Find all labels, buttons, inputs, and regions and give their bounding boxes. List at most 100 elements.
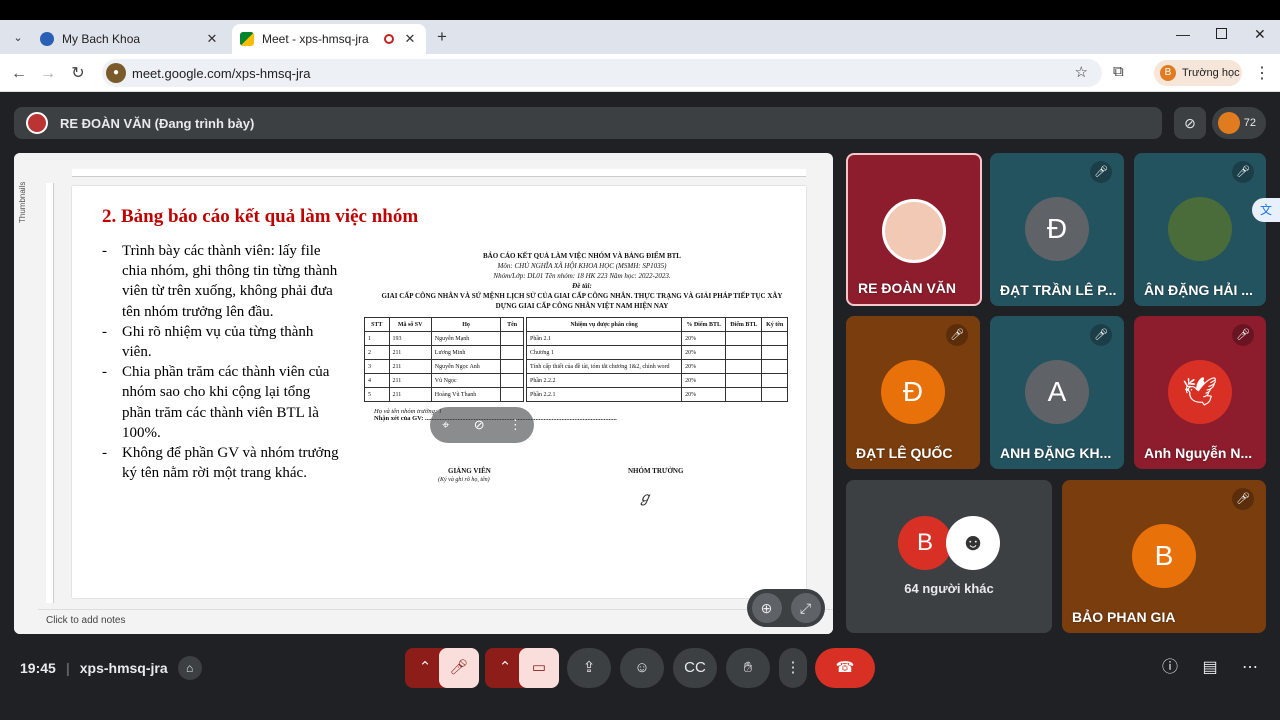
header-score: Điểm BTL	[725, 317, 763, 332]
others-tile[interactable]: B ☻ 64 người khác	[846, 480, 1052, 633]
hide-icon[interactable]: ⊘	[474, 417, 485, 433]
tab-my-bach-khoa[interactable]: My Bach Khoa ✕	[32, 24, 228, 54]
zoom-in-icon[interactable]: ⊕	[751, 593, 782, 623]
close-tab-icon[interactable]: ✕	[204, 31, 220, 47]
cell: Phần 2.2.2	[525, 373, 683, 388]
clock: 19:45	[20, 660, 56, 676]
cell: Nguyễn Mạnh	[430, 331, 502, 346]
back-icon[interactable]: ←	[8, 63, 30, 85]
bach-khoa-favicon-icon	[40, 32, 54, 46]
browser-menu-icon[interactable]: ⋮	[1254, 63, 1270, 83]
notes-placeholder: Click to add notes	[46, 615, 126, 626]
activities-grid-icon[interactable]: ⋯	[1236, 654, 1264, 682]
hide-presentation-icon[interactable]: ⊘	[1174, 107, 1206, 139]
crop-icon[interactable]: ⌖	[442, 417, 449, 433]
camera-off-button[interactable]: ▭	[519, 648, 559, 688]
header-sign: Ký tên	[761, 317, 788, 332]
presenter-label: RE ĐOÀN VĂN (Đang trình bày)	[60, 115, 255, 131]
close-tab-icon[interactable]: ✕	[402, 31, 418, 47]
tab-meet[interactable]: Meet - xps-hmsq-jra ✕	[232, 24, 426, 54]
cell: 211	[388, 359, 432, 374]
translate-icon[interactable]: 文	[1252, 198, 1280, 222]
microphone-off-button[interactable]: 🎤︎	[439, 648, 479, 688]
image-toolbar-overlay[interactable]: ⌖ ⊘ ⋮	[430, 407, 534, 443]
muted-mic-icon: 🎤︎	[1232, 161, 1254, 183]
activities-icon[interactable]: ⌂	[177, 656, 202, 680]
address-bar[interactable]: ● meet.google.com/xps-hmsq-jra ☆	[102, 59, 1102, 87]
others-label: 64 người khác	[904, 581, 994, 596]
participant-tile[interactable]: 🎤︎ B BẢO PHAN GIA	[1062, 480, 1266, 633]
bullet-item: - Trình bày các thành viên: lấy file chia…	[102, 241, 342, 322]
table-row: 5 211 Hoàng Vũ Thanh	[364, 387, 524, 402]
close-window-icon[interactable]: ✕	[1254, 26, 1266, 43]
avatar: Đ	[1025, 197, 1089, 261]
captions-button[interactable]: CC	[673, 648, 717, 688]
restore-icon[interactable]	[1216, 28, 1227, 39]
participant-tile[interactable]: RE ĐOÀN VĂN	[846, 153, 982, 306]
bird-avatar-icon: 🕊︎	[1168, 360, 1232, 424]
tab-search-icon[interactable]: ⌄	[8, 28, 28, 48]
participant-tile[interactable]: 🎤︎ ÂN ĐẶNG HẢI ...	[1134, 153, 1266, 306]
muted-mic-icon: 🎤︎	[1090, 324, 1112, 346]
cell: Tính cấp thiết của đề tài, tóm tắt chươn…	[525, 359, 683, 374]
meeting-code: xps-hmsq-jra	[79, 660, 168, 676]
doc-teacher-label: GIẢNG VIÊN	[448, 467, 491, 475]
profile-button[interactable]: B Trường học	[1154, 60, 1242, 86]
minimize-icon[interactable]: —	[1176, 26, 1190, 42]
meet-stage: RE ĐOÀN VĂN (Đang trình bày) ⊘ 72 Thumbn…	[0, 92, 1280, 720]
cell: Phần 2.1	[525, 331, 683, 346]
profile-avatar: B	[1160, 65, 1176, 81]
horizontal-ruler	[72, 169, 806, 177]
cell: 3	[364, 359, 390, 374]
meeting-details-icon[interactable]: ⓘ	[1156, 654, 1184, 682]
slide-title: 2. Bảng báo cáo kết quả làm việc nhóm	[102, 206, 419, 227]
presenter-bar: RE ĐOÀN VĂN (Đang trình bày)	[14, 107, 1162, 139]
participant-tile[interactable]: 🎤︎ 🕊︎ Anh Nguyễn N...	[1134, 316, 1266, 469]
avatar: B	[898, 516, 952, 570]
cell: 2	[364, 345, 390, 360]
slide-bullets: - Trình bày các thành viên: lấy file chia…	[102, 241, 342, 483]
bookmark-star-icon[interactable]: ☆	[1075, 63, 1088, 81]
cell: 211	[388, 373, 432, 388]
table-row: 1 193 Nguyễn Mạnh	[364, 331, 524, 346]
fullscreen-icon[interactable]: ⤢	[790, 593, 821, 623]
cell: Hoàng Vũ Thanh	[430, 387, 502, 402]
avatar: A	[1025, 360, 1089, 424]
participant-tile[interactable]: 🎤︎ Đ ĐẠT LÊ QUỐC	[846, 316, 980, 469]
bullet-text: Ghi rõ nhiệm vụ của từng thành viên.	[122, 323, 314, 361]
cartoon-avatar-icon: ☻	[946, 516, 1000, 570]
leave-call-button[interactable]: ☎	[815, 648, 875, 688]
cell: 20%	[681, 387, 727, 402]
cell: Nguyễn Ngọc Anh	[430, 359, 502, 374]
avatar	[882, 199, 946, 263]
site-info-icon[interactable]: ●	[106, 63, 126, 83]
table-row: Phần 2.1 20%	[525, 331, 788, 346]
participants-button[interactable]: 72	[1212, 107, 1266, 139]
cell: 20%	[681, 345, 727, 360]
more-icon[interactable]: ⋮	[509, 417, 522, 433]
task-table: Nhiệm vụ được phân công % Điểm BTL Điểm …	[525, 317, 788, 402]
reload-icon[interactable]: ↻	[67, 63, 89, 85]
header-stt: STT	[364, 317, 390, 332]
scrollbar[interactable]	[822, 183, 831, 603]
doc-leader-label: NHÓM TRƯỞNG	[628, 467, 684, 475]
notes-pane[interactable]: Click to add notes	[38, 609, 833, 634]
participant-name: ANH ĐẶNG KH...	[1000, 445, 1112, 461]
cell: 4	[364, 373, 390, 388]
participant-tile[interactable]: 🎤︎ A ANH ĐẶNG KH...	[990, 316, 1124, 469]
shared-screen: Thumbnails 2. Bảng báo cáo kết quả làm v…	[14, 153, 833, 634]
participant-tile[interactable]: 🎤︎ Đ ĐẠT TRẦN LÊ P...	[990, 153, 1124, 306]
present-screen-button[interactable]: ⇪	[567, 648, 611, 688]
emoji-reactions-button[interactable]: ☺	[620, 648, 664, 688]
new-tab-button[interactable]: +	[432, 27, 452, 47]
browser-tab-strip: ⌄ My Bach Khoa ✕ Meet - xps-hmsq-jra ✕ +…	[0, 20, 1280, 54]
forward-icon[interactable]: →	[37, 63, 59, 85]
more-options-button[interactable]: ⋮	[779, 648, 807, 688]
presentation-zoom-controls: ⊕ ⤢	[747, 589, 825, 627]
raise-hand-button[interactable]: ✋︎	[726, 648, 770, 688]
table-row: 3 211 Nguyễn Ngọc Anh	[364, 359, 524, 374]
extensions-icon[interactable]: ⧉	[1113, 63, 1124, 80]
cell: 20%	[681, 331, 727, 346]
report-document-image: BÁO CÁO KẾT QUẢ LÀM VIỆC NHÓM VÀ BẢNG ĐI…	[362, 251, 802, 521]
chat-icon[interactable]: ▤	[1196, 654, 1224, 682]
